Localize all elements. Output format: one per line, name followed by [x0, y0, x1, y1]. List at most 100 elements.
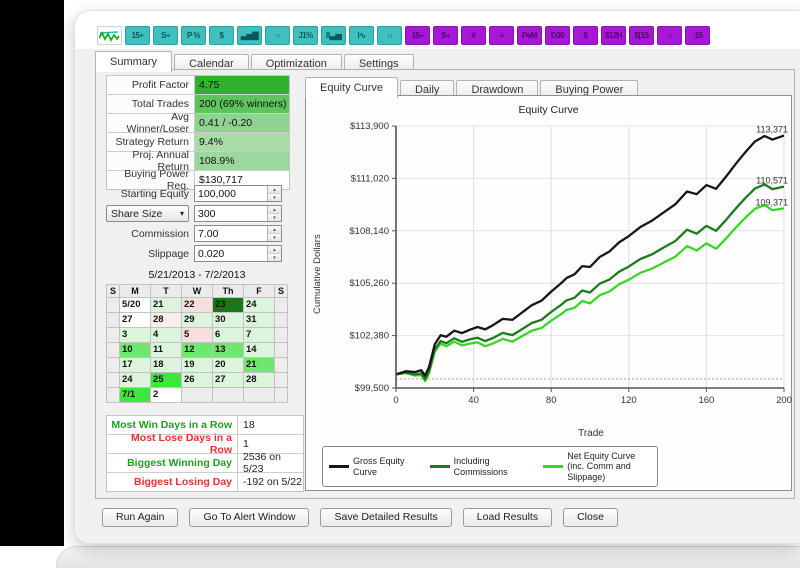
- calendar-day-5[interactable]: 5: [182, 328, 213, 343]
- spinner-up-icon[interactable]: ▴: [268, 246, 281, 254]
- calendar-day-17[interactable]: 17: [120, 358, 151, 373]
- starting-equity-value[interactable]: 100,000: [195, 186, 267, 201]
- tab-equity-curve[interactable]: Equity Curve: [305, 77, 398, 98]
- icon-j1-percent[interactable]: J1%: [293, 26, 318, 45]
- slippage-value[interactable]: 0.020: [195, 246, 267, 261]
- screenshot-stage: 15÷S÷P %$▃▅▇○J1%8▃▅l∿∩15÷S÷#≡PeMD30$$12H…: [0, 0, 800, 568]
- icon-bars-ascending[interactable]: ▃▅▇: [237, 26, 262, 45]
- calendar-empty-cell: [244, 388, 275, 403]
- calendar-day-6[interactable]: 6: [213, 328, 244, 343]
- svg-text:0: 0: [393, 395, 398, 406]
- calendar-day-19[interactable]: 19: [182, 358, 213, 373]
- run-again-button[interactable]: Run Again: [102, 508, 178, 527]
- icon-bars-low[interactable]: 8▃▅: [321, 26, 346, 45]
- icon-115[interactable]: $[15: [629, 26, 654, 45]
- chart-x-axis-label: Trade: [396, 428, 786, 439]
- calendar-day-27[interactable]: 27: [120, 313, 151, 328]
- commission-stepper[interactable]: 7.00▴▾: [194, 225, 282, 242]
- calendar-empty-cell: [107, 328, 120, 343]
- icon-dollar-alt[interactable]: $: [573, 26, 598, 45]
- calendar-day-4[interactable]: 4: [151, 328, 182, 343]
- go-to-alert-window-button[interactable]: Go To Alert Window: [189, 508, 309, 527]
- slippage-stepper[interactable]: 0.020▴▾: [194, 245, 282, 262]
- calendar-day-31[interactable]: 31: [244, 313, 275, 328]
- svg-text:$108,140: $108,140: [349, 226, 389, 237]
- calendar-day-26[interactable]: 26: [182, 373, 213, 388]
- load-results-button[interactable]: Load Results: [463, 508, 552, 527]
- calendar-day-18[interactable]: 18: [151, 358, 182, 373]
- tab-summary[interactable]: Summary: [95, 51, 172, 72]
- icon-number[interactable]: #: [461, 26, 486, 45]
- calendar-empty-cell: [107, 313, 120, 328]
- legend-label: Gross Equity Curve: [353, 456, 421, 477]
- spinner-up-icon[interactable]: ▴: [268, 206, 281, 214]
- calendar-day-22[interactable]: 22: [182, 298, 213, 313]
- calendar-day-10[interactable]: 10: [120, 343, 151, 358]
- calendar-day-29[interactable]: 29: [182, 313, 213, 328]
- save-detailed-results-button[interactable]: Save Detailed Results: [320, 508, 451, 527]
- spinner-down-icon[interactable]: ▾: [268, 234, 281, 241]
- spinner-arrows: ▴▾: [267, 186, 281, 201]
- share-size-stepper[interactable]: 300▴▾: [194, 205, 282, 222]
- calendar-day-5-20[interactable]: 5/20: [120, 298, 151, 313]
- calendar-day-28[interactable]: 28: [244, 373, 275, 388]
- calendar-day-30[interactable]: 30: [213, 313, 244, 328]
- legend-label: Including Commissions: [454, 456, 535, 477]
- calendar-empty-cell: [107, 373, 120, 388]
- calendar-day-2[interactable]: 2: [151, 388, 182, 403]
- icon-s-scale[interactable]: S÷: [153, 26, 178, 45]
- starting-equity-stepper[interactable]: 100,000▴▾: [194, 185, 282, 202]
- calendar-day-24[interactable]: 24: [120, 373, 151, 388]
- calendar-day-28[interactable]: 28: [151, 313, 182, 328]
- share-size-value[interactable]: 300: [195, 206, 267, 221]
- calendar-day-14[interactable]: 14: [244, 343, 275, 358]
- equity-curve-chart-icon[interactable]: [97, 26, 122, 45]
- calendar-day-3[interactable]: 3: [120, 328, 151, 343]
- calendar-day-11[interactable]: 11: [151, 343, 182, 358]
- icon-12h[interactable]: $12H: [601, 26, 626, 45]
- icon-equals-lines[interactable]: ≡: [489, 26, 514, 45]
- icon-clock[interactable]: ○: [265, 26, 290, 45]
- calendar-day-27[interactable]: 27: [213, 373, 244, 388]
- calendar-day-13[interactable]: 13: [213, 343, 244, 358]
- calendar-day-12[interactable]: 12: [182, 343, 213, 358]
- close-button[interactable]: Close: [563, 508, 618, 527]
- commission-value[interactable]: 7.00: [195, 226, 267, 241]
- icon-line-chart[interactable]: l∿: [349, 26, 374, 45]
- icon-clock-alt[interactable]: ○: [657, 26, 682, 45]
- icon-bell-curve[interactable]: ∩: [377, 26, 402, 45]
- calendar-day-25[interactable]: 25: [151, 373, 182, 388]
- spinner-up-icon[interactable]: ▴: [268, 226, 281, 234]
- record-row-biggest-losing-day: Biggest Losing Day-192 on 5/22: [107, 473, 303, 491]
- icon-dollar[interactable]: $: [209, 26, 234, 45]
- calendar-day-23[interactable]: 23: [213, 298, 244, 313]
- icon-debit[interactable]: PeM: [517, 26, 542, 45]
- spinner-down-icon[interactable]: ▾: [268, 254, 281, 261]
- summary-tab-page: Profit Factor4.75Total Trades200 (69% wi…: [95, 69, 795, 499]
- equity-curve-chart: 113,371110,571109,371$99,500$102,380$105…: [306, 116, 793, 429]
- calendar-day-21[interactable]: 21: [244, 358, 275, 373]
- calendar-empty-cell: [182, 388, 213, 403]
- spinner-up-icon[interactable]: ▴: [268, 186, 281, 194]
- calendar-day-21[interactable]: 21: [151, 298, 182, 313]
- slippage-label: Slippage: [106, 248, 194, 260]
- backtest-results-window: 15÷S÷P %$▃▅▇○J1%8▃▅l∿∩15÷S÷#≡PeMD30$$12H…: [74, 10, 800, 544]
- calendar-empty-cell: [107, 298, 120, 313]
- calendar-day-20[interactable]: 20: [213, 358, 244, 373]
- spinner-down-icon[interactable]: ▾: [268, 194, 281, 201]
- icon-d30[interactable]: D30: [545, 26, 570, 45]
- calendar-day-24[interactable]: 24: [244, 298, 275, 313]
- svg-text:80: 80: [546, 395, 557, 406]
- icon-15-scale[interactable]: 15÷: [125, 26, 150, 45]
- svg-text:109,371: 109,371: [755, 197, 788, 207]
- share-size-dropdown[interactable]: Share Size▾: [106, 205, 189, 222]
- icon-p-percent[interactable]: P %: [181, 26, 206, 45]
- calendar-day-7-1[interactable]: 7/1: [120, 388, 151, 403]
- calendar-day-7[interactable]: 7: [244, 328, 275, 343]
- icon-15-small[interactable]: ·15: [685, 26, 710, 45]
- stats-value: 108.9%: [195, 152, 289, 170]
- calendar-empty-cell: [107, 358, 120, 373]
- icon-s-scale-alt[interactable]: S÷: [433, 26, 458, 45]
- spinner-down-icon[interactable]: ▾: [268, 214, 281, 221]
- icon-15-scale-alt[interactable]: 15÷: [405, 26, 430, 45]
